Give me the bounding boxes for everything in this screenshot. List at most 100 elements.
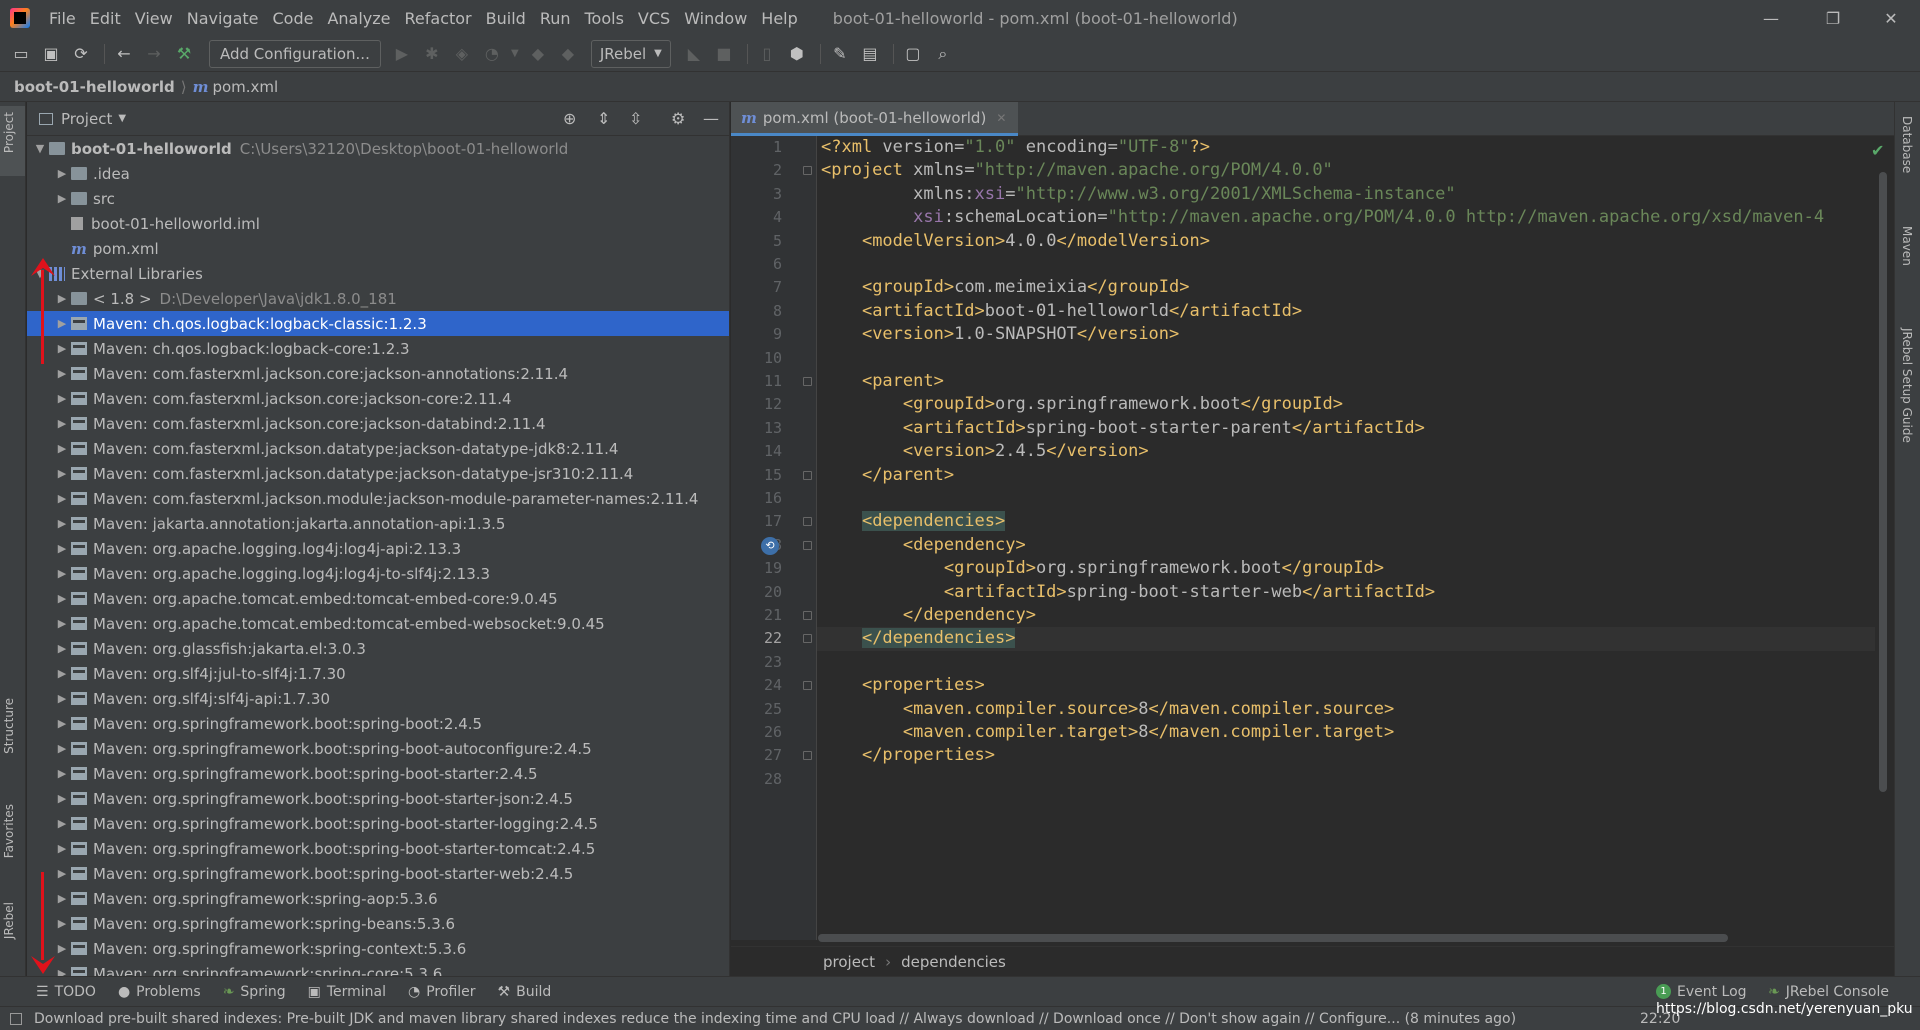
debug-icon[interactable]: ✱: [419, 41, 445, 67]
library-item[interactable]: ▶ Maven: com.fasterxml.jackson.core:jacks…: [27, 361, 729, 386]
tree-item-src[interactable]: ▶ src: [27, 186, 729, 211]
chevron-right-icon[interactable]: ▶: [53, 692, 71, 705]
chevron-right-icon[interactable]: ▶: [53, 492, 71, 505]
search-icon[interactable]: ⌕: [930, 41, 956, 67]
chevron-down-icon[interactable]: ▼: [118, 113, 126, 124]
code-line[interactable]: <groupId>com.meimeixia</groupId>: [821, 276, 1190, 299]
chevron-right-icon[interactable]: ▶: [53, 867, 71, 880]
menu-run[interactable]: Run: [533, 9, 578, 28]
chevron-right-icon[interactable]: ▶: [53, 767, 71, 780]
library-item[interactable]: ▶ Maven: jakarta.annotation:jakarta.annot…: [27, 511, 729, 536]
fold-marker-icon[interactable]: [803, 166, 812, 176]
close-window-icon[interactable]: ✕: [1862, 0, 1920, 36]
device-icon[interactable]: ▯: [754, 41, 780, 67]
menu-tools[interactable]: Tools: [578, 9, 631, 28]
menu-window[interactable]: Window: [677, 9, 754, 28]
code-line[interactable]: <artifactId>boot-01-helloworld</artifact…: [821, 300, 1302, 323]
tab-database[interactable]: Database: [1900, 116, 1914, 173]
forward-icon[interactable]: →: [141, 41, 167, 67]
library-item[interactable]: ▶ Maven: org.apache.tomcat.embed:tomcat-e…: [27, 586, 729, 611]
chevron-right-icon[interactable]: ▶: [53, 667, 71, 680]
close-icon[interactable]: ✕: [996, 111, 1006, 125]
code-line[interactable]: </dependencies>: [817, 627, 1875, 651]
settings-wrench-icon[interactable]: ✎: [827, 41, 853, 67]
code-line[interactable]: <groupId>org.springframework.boot</group…: [821, 393, 1343, 416]
menu-edit[interactable]: Edit: [83, 9, 128, 28]
collapse-all-icon[interactable]: ⇳: [629, 109, 642, 128]
project-structure-icon[interactable]: ▤: [857, 41, 883, 67]
code-line[interactable]: <maven.compiler.source>8</maven.compiler…: [821, 698, 1394, 721]
chevron-right-icon[interactable]: ▶: [53, 792, 71, 805]
tool-problems[interactable]: ● Problems: [118, 984, 201, 1000]
code-line[interactable]: <groupId>org.springframework.boot</group…: [821, 557, 1384, 580]
profile-icon[interactable]: ◔: [479, 41, 505, 67]
gear-icon[interactable]: ⚙: [671, 109, 685, 128]
code-line[interactable]: <dependencies>: [821, 510, 1006, 533]
code-line[interactable]: <modelVersion>4.0.0</modelVersion>: [821, 230, 1210, 253]
code-area[interactable]: <?xml version="1.0" encoding="UTF-8"?> <p…: [817, 136, 1894, 940]
library-item[interactable]: ▶ Maven: org.glassfish:jakarta.el:3.0.3: [27, 636, 729, 661]
library-item[interactable]: ▶ Maven: org.springframework.boot:spring-…: [27, 711, 729, 736]
chevron-right-icon[interactable]: ▶: [53, 817, 71, 830]
tree-item-external-libraries[interactable]: ▼ External Libraries: [27, 261, 729, 286]
jrebel-run-icon[interactable]: ◆: [525, 41, 551, 67]
restore-icon[interactable]: ❐: [1804, 0, 1862, 36]
menu-refactor[interactable]: Refactor: [398, 9, 479, 28]
tool-todo[interactable]: ☰ TODO: [36, 984, 96, 1000]
library-item[interactable]: ▶ Maven: org.springframework:spring-aop:5…: [27, 886, 729, 911]
chevron-right-icon[interactable]: ▶: [53, 642, 71, 655]
chevron-right-icon[interactable]: ▶: [53, 617, 71, 630]
fold-marker-icon[interactable]: [803, 751, 812, 761]
chevron-right-icon[interactable]: ▶: [53, 317, 71, 330]
fold-marker-icon[interactable]: [803, 517, 812, 527]
code-line[interactable]: xsi:schemaLocation="http://maven.apache.…: [821, 206, 1824, 229]
library-item[interactable]: ▶ Maven: com.fasterxml.jackson.datatype:j…: [27, 436, 729, 461]
breadcrumb-file[interactable]: pom.xml: [212, 78, 278, 96]
chevron-right-icon[interactable]: ▶: [53, 192, 71, 205]
tree-item-iml[interactable]: boot-01-helloworld.iml: [27, 211, 729, 236]
breadcrumb-project[interactable]: boot-01-helloworld: [14, 78, 175, 96]
tab-project[interactable]: Project: [2, 112, 16, 153]
fold-marker-icon[interactable]: [803, 470, 812, 480]
library-item[interactable]: ▶ Maven: com.fasterxml.jackson.core:jacks…: [27, 411, 729, 436]
menu-view[interactable]: View: [128, 9, 180, 28]
fold-marker-icon[interactable]: [803, 634, 812, 644]
library-item[interactable]: ▶ Maven: com.fasterxml.jackson.datatype:j…: [27, 461, 729, 486]
code-line[interactable]: xmlns:xsi="http://www.w3.org/2001/XMLSch…: [821, 183, 1456, 206]
sync-icon[interactable]: ⟳: [68, 41, 94, 67]
code-line[interactable]: <artifactId>spring-boot-starter-parent</…: [821, 417, 1425, 440]
library-item[interactable]: ▶ Maven: org.springframework:spring-conte…: [27, 936, 729, 961]
attach-icon[interactable]: ◣: [681, 41, 707, 67]
minimize-icon[interactable]: —: [1742, 0, 1800, 36]
library-item[interactable]: ▶ Maven: org.springframework.boot:spring-…: [27, 786, 729, 811]
code-line[interactable]: </dependency>: [821, 604, 1036, 627]
menu-build[interactable]: Build: [479, 9, 533, 28]
chevron-down-icon[interactable]: ▼: [509, 41, 521, 67]
fold-marker-icon[interactable]: [803, 540, 812, 550]
tool-build[interactable]: ⚒ Build: [498, 984, 552, 1000]
tab-favorites[interactable]: Favorites: [2, 804, 16, 858]
library-item[interactable]: ▶ Maven: org.springframework:spring-core:…: [27, 961, 729, 976]
status-toggle-icon[interactable]: [10, 1012, 22, 1025]
tab-jrebel[interactable]: JRebel: [2, 902, 16, 939]
tree-item-jdk[interactable]: ▶ < 1.8 > D:\Developer\Java\jdk1.8.0_181: [27, 286, 729, 311]
presentation-icon[interactable]: ▢: [900, 41, 926, 67]
status-message[interactable]: Download pre-built shared indexes: Pre-b…: [34, 1011, 1516, 1027]
chevron-right-icon[interactable]: ▶: [53, 717, 71, 730]
code-line[interactable]: <project xmlns="http://maven.apache.org/…: [821, 159, 1333, 182]
tool-event-log[interactable]: 1 Event Log: [1656, 984, 1747, 1000]
run-icon[interactable]: ▶: [389, 41, 415, 67]
chevron-right-icon[interactable]: ▶: [53, 567, 71, 580]
library-item[interactable]: ▶ Maven: org.springframework.boot:spring-…: [27, 811, 729, 836]
library-item[interactable]: ▶ Maven: ch.qos.logback:logback-classic:1…: [27, 311, 729, 336]
library-item[interactable]: ▶ Maven: org.apache.logging.log4j:log4j-a…: [27, 536, 729, 561]
chevron-right-icon[interactable]: ▶: [53, 892, 71, 905]
tree-root[interactable]: ▼ boot-01-helloworld C:\Users\32120\Desk…: [27, 136, 729, 161]
chevron-right-icon[interactable]: ▶: [53, 517, 71, 530]
editor-scrollbar[interactable]: [1879, 172, 1887, 792]
tab-structure[interactable]: Structure: [2, 698, 16, 754]
chevron-right-icon[interactable]: ▶: [53, 467, 71, 480]
expand-all-icon[interactable]: ⇕: [597, 109, 610, 128]
chevron-right-icon[interactable]: ▶: [53, 392, 71, 405]
library-item[interactable]: ▶ Maven: org.apache.tomcat.embed:tomcat-e…: [27, 611, 729, 636]
